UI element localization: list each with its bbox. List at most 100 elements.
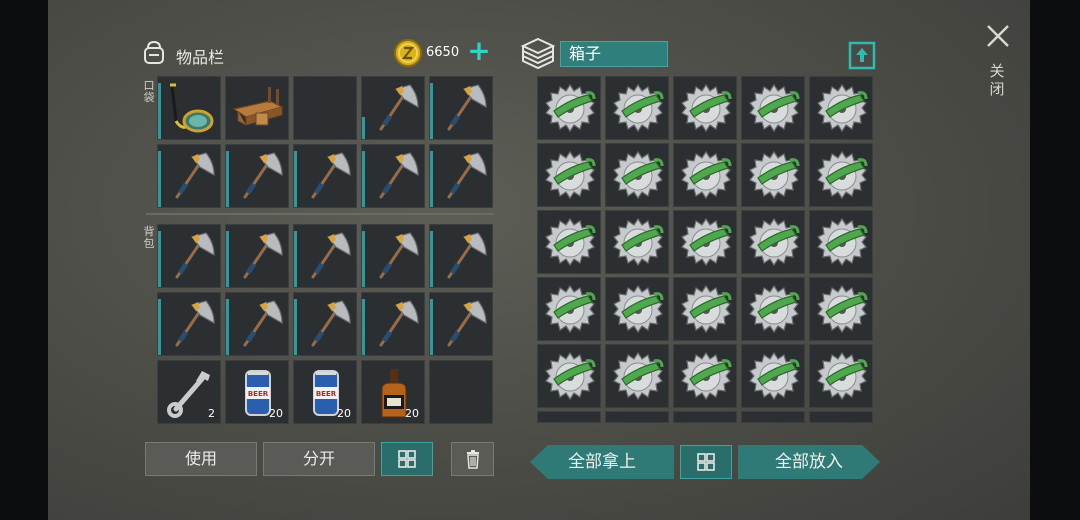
saw-blade-icon bbox=[681, 351, 732, 401]
saw-blade-icon bbox=[613, 284, 664, 334]
inventory-slot[interactable] bbox=[605, 210, 669, 274]
inventory-slot[interactable] bbox=[157, 224, 221, 288]
trash-icon bbox=[466, 450, 479, 469]
partial-slot[interactable] bbox=[673, 411, 737, 423]
inventory-slot[interactable] bbox=[537, 210, 601, 274]
inventory-slot[interactable] bbox=[741, 210, 805, 274]
hatchet-icon bbox=[309, 300, 351, 350]
durability-bar bbox=[362, 151, 365, 207]
put-all-button[interactable]: 全部放入 bbox=[738, 445, 880, 479]
saw-blade-icon bbox=[749, 217, 800, 267]
inventory-slot[interactable] bbox=[225, 292, 289, 356]
durability-bar bbox=[430, 83, 433, 139]
inventory-slot[interactable] bbox=[605, 344, 669, 408]
inventory-slot[interactable] bbox=[605, 143, 669, 207]
durability-bar bbox=[294, 151, 297, 207]
hatchet-icon bbox=[241, 300, 283, 350]
split-button[interactable]: 分开 bbox=[263, 442, 375, 476]
inventory-slot[interactable] bbox=[429, 224, 493, 288]
inventory-slot[interactable] bbox=[361, 144, 425, 208]
inventory-slot[interactable]: 2 bbox=[157, 360, 221, 424]
inventory-slot[interactable] bbox=[429, 76, 493, 140]
inventory-slot[interactable] bbox=[429, 144, 493, 208]
inventory-slot[interactable] bbox=[741, 76, 805, 140]
empty-slot[interactable] bbox=[429, 360, 493, 424]
saw-blade-icon bbox=[613, 351, 664, 401]
inventory-slot[interactable] bbox=[157, 144, 221, 208]
use-button[interactable]: 使用 bbox=[145, 442, 257, 476]
durability-bar bbox=[430, 299, 433, 355]
empty-slot[interactable] bbox=[293, 76, 357, 140]
item-count: 20 bbox=[337, 407, 351, 420]
inventory-slot[interactable] bbox=[429, 292, 493, 356]
coin-amount: 6650 bbox=[426, 45, 460, 60]
inventory-slot[interactable] bbox=[293, 224, 357, 288]
saw-blade-icon bbox=[681, 150, 732, 200]
hatchet-icon bbox=[445, 84, 487, 134]
close-icon[interactable] bbox=[984, 22, 1012, 50]
inventory-slot[interactable] bbox=[225, 224, 289, 288]
storage-box-icon bbox=[520, 37, 556, 70]
inventory-slot[interactable] bbox=[741, 344, 805, 408]
partial-slot[interactable] bbox=[809, 411, 873, 423]
durability-bar bbox=[158, 83, 161, 139]
inventory-slot[interactable] bbox=[537, 143, 601, 207]
hatchet-icon bbox=[241, 232, 283, 282]
inventory-slot[interactable] bbox=[809, 277, 873, 341]
inventory-slot[interactable] bbox=[361, 224, 425, 288]
inventory-slot[interactable] bbox=[361, 76, 425, 140]
inventory-slot[interactable] bbox=[809, 344, 873, 408]
saw-blade-icon bbox=[749, 150, 800, 200]
inventory-slot[interactable] bbox=[157, 76, 221, 140]
durability-bar bbox=[226, 299, 229, 355]
inventory-slot[interactable] bbox=[673, 210, 737, 274]
inventory-slot[interactable] bbox=[673, 277, 737, 341]
coin-icon bbox=[394, 39, 422, 67]
inventory-slot[interactable] bbox=[361, 292, 425, 356]
inventory-slot[interactable] bbox=[537, 344, 601, 408]
saw-blade-icon bbox=[681, 83, 732, 133]
sort-inventory-button[interactable] bbox=[381, 442, 433, 476]
inventory-slot[interactable] bbox=[293, 144, 357, 208]
sort-container-button[interactable] bbox=[680, 445, 732, 479]
inventory-slot[interactable] bbox=[157, 292, 221, 356]
durability-bar bbox=[158, 151, 161, 207]
inventory-slot[interactable] bbox=[741, 277, 805, 341]
hatchet-icon bbox=[173, 300, 215, 350]
take-all-button[interactable]: 全部拿上 bbox=[530, 445, 674, 479]
durability-bar bbox=[430, 231, 433, 287]
inventory-slot[interactable] bbox=[809, 210, 873, 274]
inventory-slot[interactable] bbox=[673, 344, 737, 408]
inventory-slot[interactable] bbox=[225, 144, 289, 208]
durability-bar bbox=[226, 231, 229, 287]
inventory-slot[interactable] bbox=[605, 277, 669, 341]
inventory-slot[interactable] bbox=[605, 76, 669, 140]
inventory-slot[interactable] bbox=[741, 143, 805, 207]
saw-blade-icon bbox=[817, 150, 868, 200]
inventory-slot[interactable]: BEER 20 bbox=[293, 360, 357, 424]
inventory-slot[interactable] bbox=[225, 76, 289, 140]
durability-bar bbox=[430, 151, 433, 207]
durability-bar bbox=[294, 299, 297, 355]
add-coins-button[interactable]: + bbox=[466, 36, 492, 66]
inventory-slot[interactable] bbox=[809, 143, 873, 207]
inventory-slot[interactable] bbox=[809, 76, 873, 140]
inventory-slot[interactable] bbox=[673, 143, 737, 207]
close-label[interactable]: 关闭 bbox=[986, 62, 1008, 98]
inventory-slot[interactable] bbox=[293, 292, 357, 356]
inventory-slot[interactable] bbox=[537, 277, 601, 341]
partial-slot[interactable] bbox=[741, 411, 805, 423]
hatchet-icon bbox=[241, 152, 283, 202]
saw-blade-icon bbox=[817, 351, 868, 401]
upload-icon[interactable] bbox=[848, 40, 876, 70]
partial-slot[interactable] bbox=[605, 411, 669, 423]
saw-blade-icon bbox=[749, 284, 800, 334]
saw-blade-icon bbox=[681, 217, 732, 267]
inventory-slot[interactable] bbox=[537, 76, 601, 140]
partial-slot[interactable] bbox=[537, 411, 601, 423]
svg-text:BEER: BEER bbox=[316, 390, 337, 398]
inventory-slot[interactable]: BEER 20 bbox=[225, 360, 289, 424]
delete-button[interactable] bbox=[451, 442, 494, 476]
inventory-slot[interactable] bbox=[673, 76, 737, 140]
inventory-slot[interactable]: 20 bbox=[361, 360, 425, 424]
